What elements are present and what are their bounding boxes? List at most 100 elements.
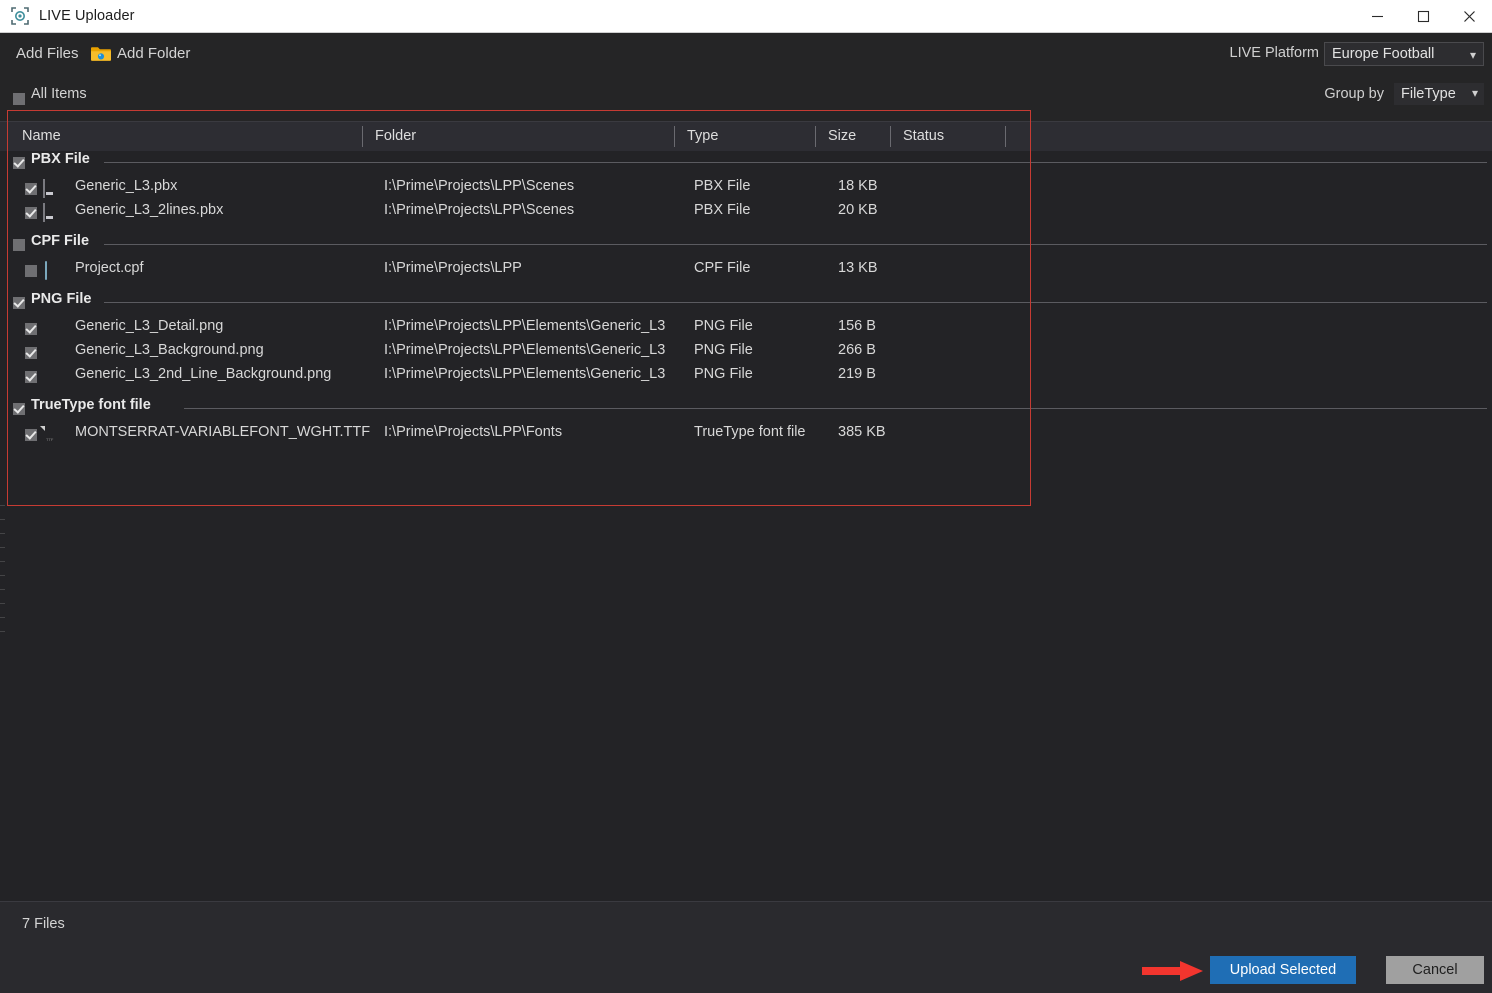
group-by-select[interactable]: FileType ▾ [1394, 83, 1484, 105]
cell-size: 266 B [838, 342, 876, 358]
cell-type: PNG File [694, 366, 753, 382]
group-by-label: Group by [1324, 86, 1384, 102]
cell-type: CPF File [694, 260, 751, 276]
column-divider[interactable] [815, 126, 816, 147]
file-row[interactable]: MONTSERRAT-VARIABLEFONT_WGHT.TTF I:\Prime… [0, 423, 1492, 447]
column-divider[interactable] [890, 126, 891, 147]
cell-folder: I:\Prime\Projects\LPP\Scenes [384, 178, 575, 194]
cell-type: TrueType font file [694, 424, 806, 440]
file-row[interactable]: Project.cpf I:\Prime\Projects\LPP CPF File… [0, 259, 1492, 283]
chevron-down-icon: ▾ [1471, 86, 1478, 100]
row-checkbox[interactable] [25, 323, 37, 335]
group-label: PNG File [31, 291, 92, 307]
group-checkbox[interactable] [13, 403, 25, 415]
add-files-button[interactable]: Add Files [16, 45, 79, 62]
row-checkbox[interactable] [25, 429, 37, 441]
group-by-value: FileType [1401, 86, 1456, 102]
column-divider[interactable] [362, 126, 363, 147]
cell-folder: I:\Prime\Projects\LPP\Fonts [384, 424, 563, 440]
live-platform-value: Europe Football [1332, 46, 1435, 62]
file-row[interactable]: Generic_L3_Background.png I:\Prime\Projec… [0, 341, 1492, 365]
live-platform-label: LIVE Platform [1229, 45, 1319, 61]
cell-type: PNG File [694, 318, 753, 334]
file-group-header[interactable]: CPF File [0, 233, 1492, 257]
upload-selected-button[interactable]: Upload Selected [1210, 956, 1356, 984]
cancel-label: Cancel [1412, 962, 1458, 978]
cell-name: Project.cpf [75, 260, 144, 276]
all-items-row: All Items Group by FileType ▾ [0, 83, 1492, 117]
file-group-header[interactable]: PNG File [0, 291, 1492, 315]
group-rule [104, 162, 1487, 163]
cell-name: Generic_L3_Background.png [75, 342, 264, 358]
cell-size: 13 KB [838, 260, 878, 276]
cell-folder: I:\Prime\Projects\LPP [384, 260, 522, 276]
cell-name: Generic_L3.pbx [75, 178, 178, 194]
close-button[interactable] [1446, 0, 1492, 32]
png-line-icon [43, 344, 65, 361]
background-window-edge [0, 505, 6, 665]
pbx-file-icon [43, 179, 65, 198]
footer-button-bar: Upload Selected Cancel [0, 949, 1492, 993]
all-items-checkbox[interactable] [13, 93, 25, 105]
cell-size: 20 KB [838, 202, 878, 218]
upload-selected-label: Upload Selected [1229, 962, 1337, 978]
column-divider[interactable] [674, 126, 675, 147]
status-bar: 7 Files [0, 901, 1492, 949]
cell-folder: I:\Prime\Projects\LPP\Elements\Generic_L… [384, 366, 666, 382]
file-list[interactable]: PBX File Generic_L3.pbx I:\Prime\Projects\… [0, 151, 1492, 901]
column-header-size[interactable]: Size [828, 128, 856, 144]
file-count-status: 7 Files [22, 916, 65, 932]
cell-size: 219 B [838, 366, 876, 382]
cell-name: MONTSERRAT-VARIABLEFONT_WGHT.TTF [75, 424, 371, 440]
folder-icon [90, 45, 112, 63]
red-arrow-icon [1142, 960, 1204, 982]
row-checkbox[interactable] [25, 265, 37, 277]
row-checkbox[interactable] [25, 183, 37, 195]
cpf-file-icon [43, 261, 65, 280]
toolbar: Add Files Add Folder LIVE Platform Europ… [0, 33, 1492, 85]
cell-folder: I:\Prime\Projects\LPP\Elements\Generic_L… [384, 318, 666, 334]
row-checkbox[interactable] [25, 347, 37, 359]
pbx-file-icon [43, 203, 65, 222]
cell-size: 385 KB [838, 424, 886, 440]
cancel-button[interactable]: Cancel [1386, 956, 1484, 984]
group-checkbox[interactable] [13, 297, 25, 309]
cell-type: PNG File [694, 342, 753, 358]
cell-folder: I:\Prime\Projects\LPP\Elements\Generic_L… [384, 342, 666, 358]
file-row[interactable]: Generic_L3.pbx I:\Prime\Projects\LPP\Scen… [0, 177, 1492, 201]
viewfinder-icon [11, 7, 29, 25]
maximize-button[interactable] [1400, 0, 1446, 32]
cell-folder: I:\Prime\Projects\LPP\Scenes [384, 202, 575, 218]
column-divider[interactable] [1005, 126, 1006, 147]
column-header-folder[interactable]: Folder [375, 128, 416, 144]
png-bar-icon [43, 320, 65, 337]
group-checkbox[interactable] [13, 157, 25, 169]
row-checkbox[interactable] [25, 371, 37, 383]
all-items-label: All Items [31, 86, 87, 102]
cell-name: Generic_L3_2lines.pbx [75, 202, 224, 218]
column-header-type[interactable]: Type [687, 128, 718, 144]
cell-size: 156 B [838, 318, 876, 334]
group-rule [104, 244, 1487, 245]
window-title: LIVE Uploader [39, 8, 135, 24]
live-platform-select[interactable]: Europe Football ▾ [1324, 42, 1484, 66]
group-label: CPF File [31, 233, 90, 249]
file-group-header[interactable]: TrueType font file [0, 397, 1492, 421]
cell-type: PBX File [694, 178, 751, 194]
group-label: TrueType font file [31, 397, 151, 413]
add-folder-button[interactable]: Add Folder [117, 45, 190, 62]
file-group-header[interactable]: PBX File [0, 151, 1492, 175]
row-checkbox[interactable] [25, 207, 37, 219]
file-row[interactable]: Generic_L3_Detail.png I:\Prime\Projects\L… [0, 317, 1492, 341]
minimize-button[interactable] [1354, 0, 1400, 32]
file-row[interactable]: Generic_L3_2lines.pbx I:\Prime\Projects\L… [0, 201, 1492, 225]
group-rule [184, 408, 1487, 409]
group-checkbox[interactable] [13, 239, 25, 251]
group-rule [104, 302, 1487, 303]
ttf-file-icon [43, 426, 65, 443]
column-header-status[interactable]: Status [903, 128, 944, 144]
file-row[interactable]: Generic_L3_2nd_Line_Background.png I:\Pri… [0, 365, 1492, 389]
column-header-name[interactable]: Name [22, 128, 61, 144]
cell-name: Generic_L3_Detail.png [75, 318, 224, 334]
png-line-icon [43, 368, 65, 385]
